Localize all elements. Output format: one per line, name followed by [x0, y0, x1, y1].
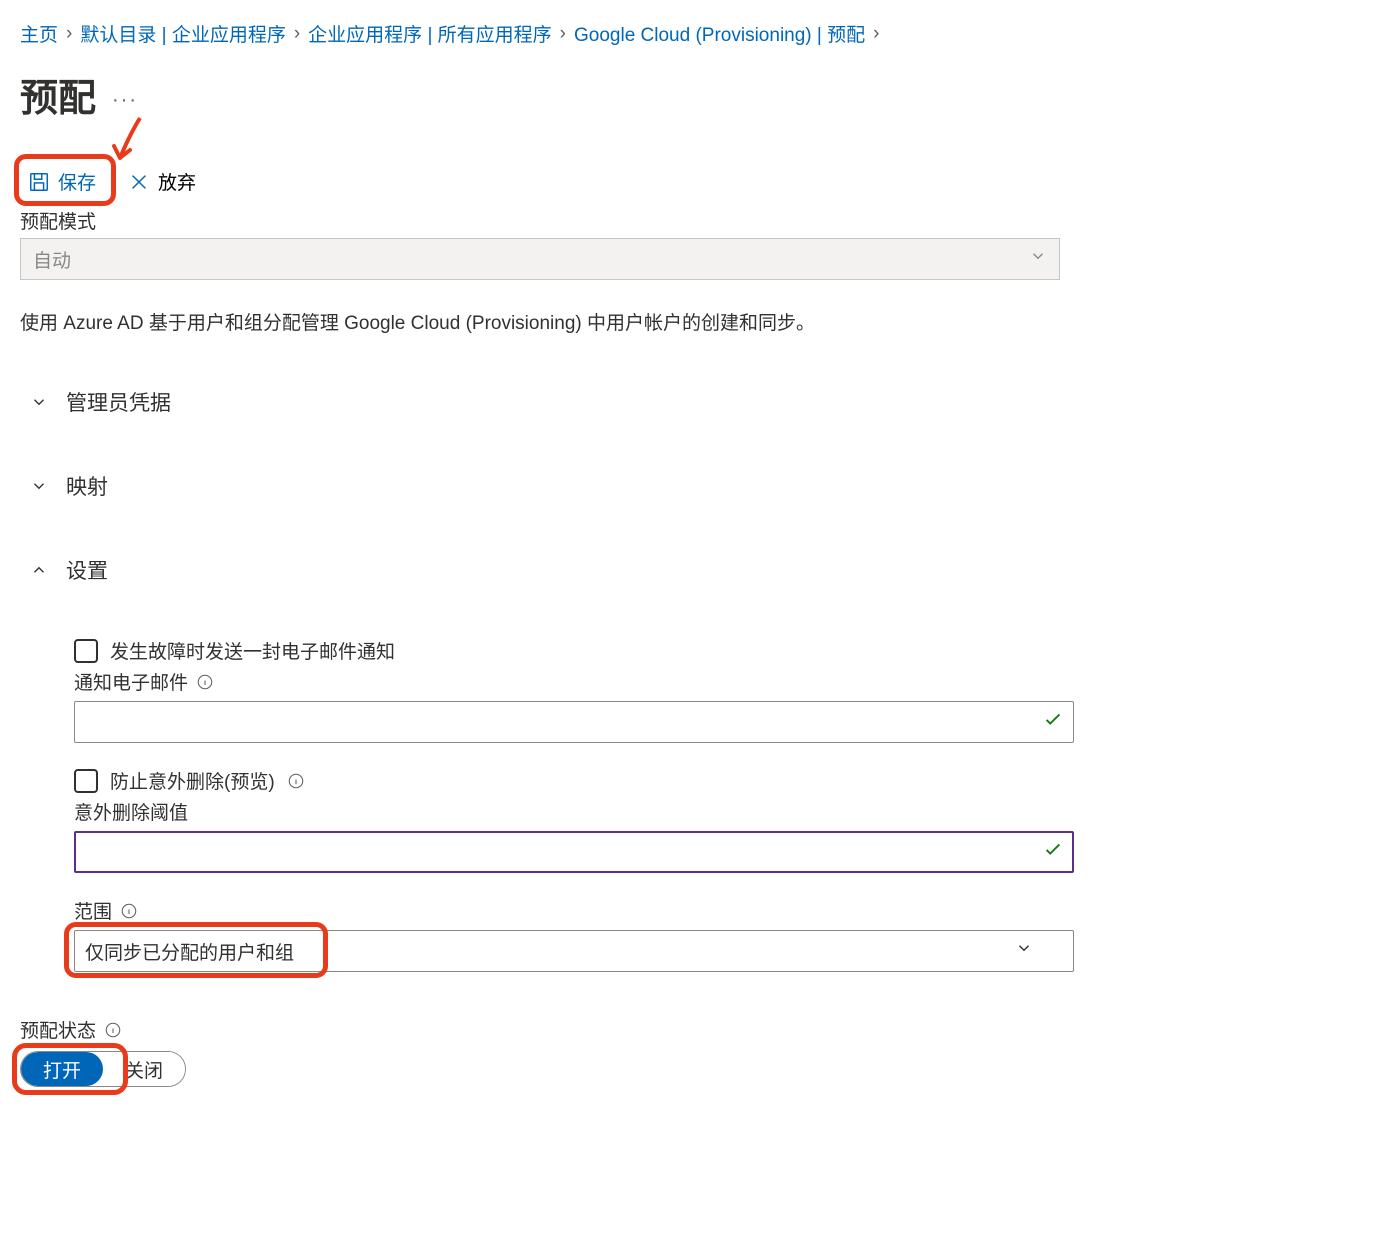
save-icon	[28, 171, 50, 193]
chevron-down-icon	[30, 393, 48, 411]
breadcrumb-app-provisioning[interactable]: Google Cloud (Provisioning) | 预配	[574, 20, 865, 47]
toggle-option-on[interactable]: 打开	[21, 1052, 103, 1086]
provisioning-status-label: 预配状态	[20, 1016, 96, 1043]
provisioning-mode-value: 自动	[33, 246, 71, 273]
failure-email-checkbox-label: 发生故障时发送一封电子邮件通知	[110, 637, 395, 664]
provisioning-mode-label: 预配模式	[20, 207, 1380, 234]
accidental-delete-threshold-input[interactable]	[74, 831, 1074, 873]
chevron-up-icon	[30, 561, 48, 579]
settings-panel: 发生故障时发送一封电子邮件通知 通知电子邮件 防止意外删除(预览) 意外删除阈值	[20, 597, 1074, 972]
accidental-delete-threshold-label: 意外删除阈值	[74, 798, 188, 825]
toggle-option-off[interactable]: 关闭	[103, 1052, 185, 1086]
failure-email-checkbox[interactable]	[74, 639, 98, 663]
chevron-down-icon	[1015, 939, 1033, 963]
scope-label: 范围	[74, 897, 112, 924]
accordion-settings[interactable]: 设置	[20, 543, 1380, 597]
provisioning-status-toggle[interactable]: 打开 关闭	[20, 1051, 186, 1087]
command-bar: 保存 放弃	[20, 162, 1380, 201]
prevent-accidental-delete-label: 防止意外删除(预览)	[110, 767, 275, 794]
accordion-admin-credentials[interactable]: 管理员凭据	[20, 375, 1380, 429]
chevron-right-icon: ›	[560, 23, 566, 45]
breadcrumb: 主页 › 默认目录 | 企业应用程序 › 企业应用程序 | 所有应用程序 › G…	[20, 20, 1380, 47]
save-button-label: 保存	[58, 168, 96, 195]
info-icon[interactable]	[287, 772, 305, 790]
notification-email-input[interactable]	[74, 701, 1074, 743]
chevron-down-icon	[30, 477, 48, 495]
chevron-right-icon: ›	[294, 23, 300, 45]
scope-dropdown-value: 仅同步已分配的用户和组	[85, 938, 294, 965]
info-icon[interactable]	[104, 1021, 122, 1039]
chevron-down-icon	[1029, 247, 1047, 271]
discard-button[interactable]: 放弃	[120, 162, 210, 201]
checkmark-icon	[1042, 838, 1064, 866]
accordion-admin-credentials-label: 管理员凭据	[66, 387, 171, 417]
provisioning-description: 使用 Azure AD 基于用户和组分配管理 Google Cloud (Pro…	[20, 308, 1380, 335]
accordion-settings-label: 设置	[66, 555, 108, 585]
save-button[interactable]: 保存	[20, 162, 110, 201]
accordion-mappings-label: 映射	[66, 471, 108, 501]
close-icon	[128, 171, 150, 193]
checkmark-icon	[1042, 708, 1064, 736]
scope-dropdown[interactable]: 仅同步已分配的用户和组	[74, 930, 1074, 972]
chevron-right-icon: ›	[66, 23, 72, 45]
provisioning-mode-select[interactable]: 自动	[20, 238, 1060, 280]
breadcrumb-enterprise-apps[interactable]: 企业应用程序 | 所有应用程序	[308, 20, 552, 47]
info-icon[interactable]	[120, 902, 138, 920]
notification-email-label: 通知电子邮件	[74, 668, 188, 695]
page-title: 预配	[20, 67, 96, 122]
accordion-mappings[interactable]: 映射	[20, 459, 1380, 513]
info-icon[interactable]	[196, 673, 214, 691]
prevent-accidental-delete-checkbox[interactable]	[74, 769, 98, 793]
breadcrumb-home[interactable]: 主页	[20, 20, 58, 47]
discard-button-label: 放弃	[158, 168, 196, 195]
breadcrumb-default-directory[interactable]: 默认目录 | 企业应用程序	[80, 20, 286, 47]
more-actions-button[interactable]: ···	[112, 89, 138, 112]
chevron-right-icon: ›	[873, 23, 879, 45]
